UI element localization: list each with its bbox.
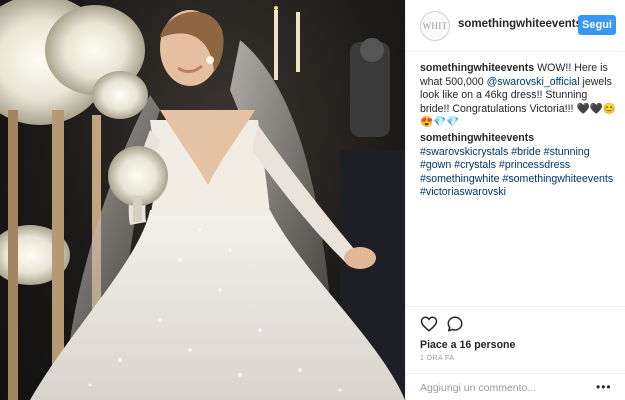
caption-paragraph: somethingwhiteevents WOW!! Here is what … — [420, 62, 616, 130]
post-photo[interactable] — [0, 0, 405, 400]
hashtag-link[interactable]: #swarovskicrystals — [420, 146, 508, 158]
caption-mention-link[interactable]: @swarovski_official — [487, 76, 580, 88]
comment-username[interactable]: somethingwhiteevents — [420, 132, 534, 144]
more-options-icon[interactable]: ••• — [596, 380, 612, 394]
post-header: WHIT somethingwhiteevents Segui — [406, 0, 625, 52]
comment-icon[interactable] — [446, 315, 464, 333]
heart-icon[interactable] — [420, 315, 438, 333]
hashtag-link[interactable]: #bride — [511, 146, 540, 158]
hashtag-link[interactable]: #somethingwhite — [420, 173, 500, 185]
hashtag-link[interactable]: #stunning — [544, 146, 590, 158]
like-count[interactable]: Piace a 16 persone — [420, 339, 515, 351]
follow-button[interactable]: Segui — [578, 15, 616, 35]
post-timestamp[interactable]: 1 ORA FA — [420, 355, 454, 362]
hashtag-comment: somethingwhiteevents #swarovskicrystals … — [420, 132, 616, 200]
caption-username[interactable]: somethingwhiteevents — [420, 62, 534, 74]
avatar[interactable]: WHIT — [420, 11, 450, 41]
comment-bar: ••• — [406, 373, 625, 400]
hashtag-link[interactable]: #princessdress — [499, 159, 570, 171]
post-actions: Piace a 16 persone 1 ORA FA ••• — [406, 306, 625, 400]
avatar-logo-text: WHIT — [422, 21, 448, 31]
hashtag-link[interactable]: #somethingwhiteevents — [502, 173, 613, 185]
hashtag-link[interactable]: #victoriaswarovski — [420, 186, 506, 198]
post-author-username[interactable]: somethingwhiteevents — [458, 18, 582, 30]
hashtag-link[interactable]: #crystals — [454, 159, 496, 171]
instagram-post: WHIT somethingwhiteevents Segui somethin… — [0, 0, 625, 400]
hashtag-link[interactable]: #gown — [420, 159, 451, 171]
post-side-panel: WHIT somethingwhiteevents Segui somethin… — [405, 0, 625, 400]
comment-input[interactable] — [420, 380, 580, 396]
post-caption: somethingwhiteevents WOW!! Here is what … — [420, 62, 616, 200]
bride-photo-illustration — [0, 0, 405, 400]
